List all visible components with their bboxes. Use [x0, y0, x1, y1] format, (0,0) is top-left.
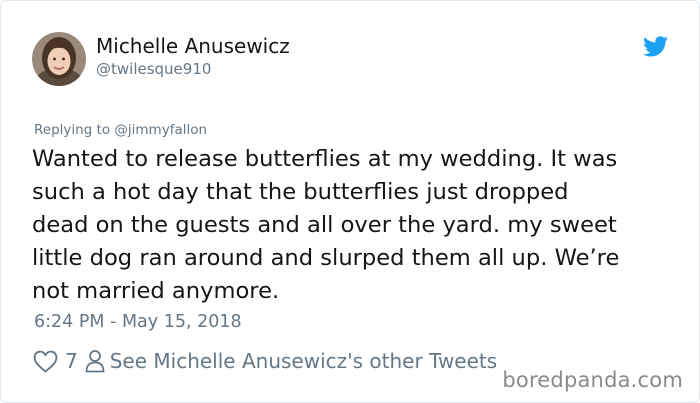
replying-to-mention[interactable]: @jimmyfallon	[114, 122, 207, 138]
tweet-timestamp[interactable]: 6:24 PM - May 15, 2018	[34, 312, 242, 332]
other-tweets-link[interactable]: See Michelle Anusewicz's other Tweets	[110, 349, 497, 373]
tweet-text-line: such a hot day that the butterflies just…	[32, 179, 569, 205]
heart-icon[interactable]	[33, 350, 58, 373]
tweet-card: Michelle Anusewicz @twilesque910 Replyin…	[0, 0, 700, 403]
replying-to-prefix: Replying to	[34, 122, 111, 138]
person-icon	[85, 350, 105, 373]
twitter-bird-icon[interactable]	[643, 36, 668, 57]
like-count: 7	[65, 349, 78, 373]
author-handle[interactable]: @twilesque910	[96, 60, 211, 78]
watermark: boredpanda.com	[502, 368, 683, 392]
tweet-text: Wanted to release butterflies at my wedd…	[32, 143, 682, 308]
tweet-text-line: little dog ran around and slurped them a…	[32, 245, 620, 271]
tweet-actions: 7 See Michelle Anusewicz's other Tweets	[33, 347, 497, 375]
tweet-text-line: Wanted to release butterflies at my wedd…	[32, 146, 618, 172]
tweet-text-line: not married anymore.	[32, 278, 280, 304]
avatar-photo	[32, 32, 86, 86]
replying-to: Replying to @jimmyfallon	[34, 122, 207, 138]
tweet-text-line: dead on the guests and all over the yard…	[32, 212, 617, 238]
avatar[interactable]	[32, 32, 86, 86]
author-display-name[interactable]: Michelle Anusewicz	[96, 34, 290, 58]
